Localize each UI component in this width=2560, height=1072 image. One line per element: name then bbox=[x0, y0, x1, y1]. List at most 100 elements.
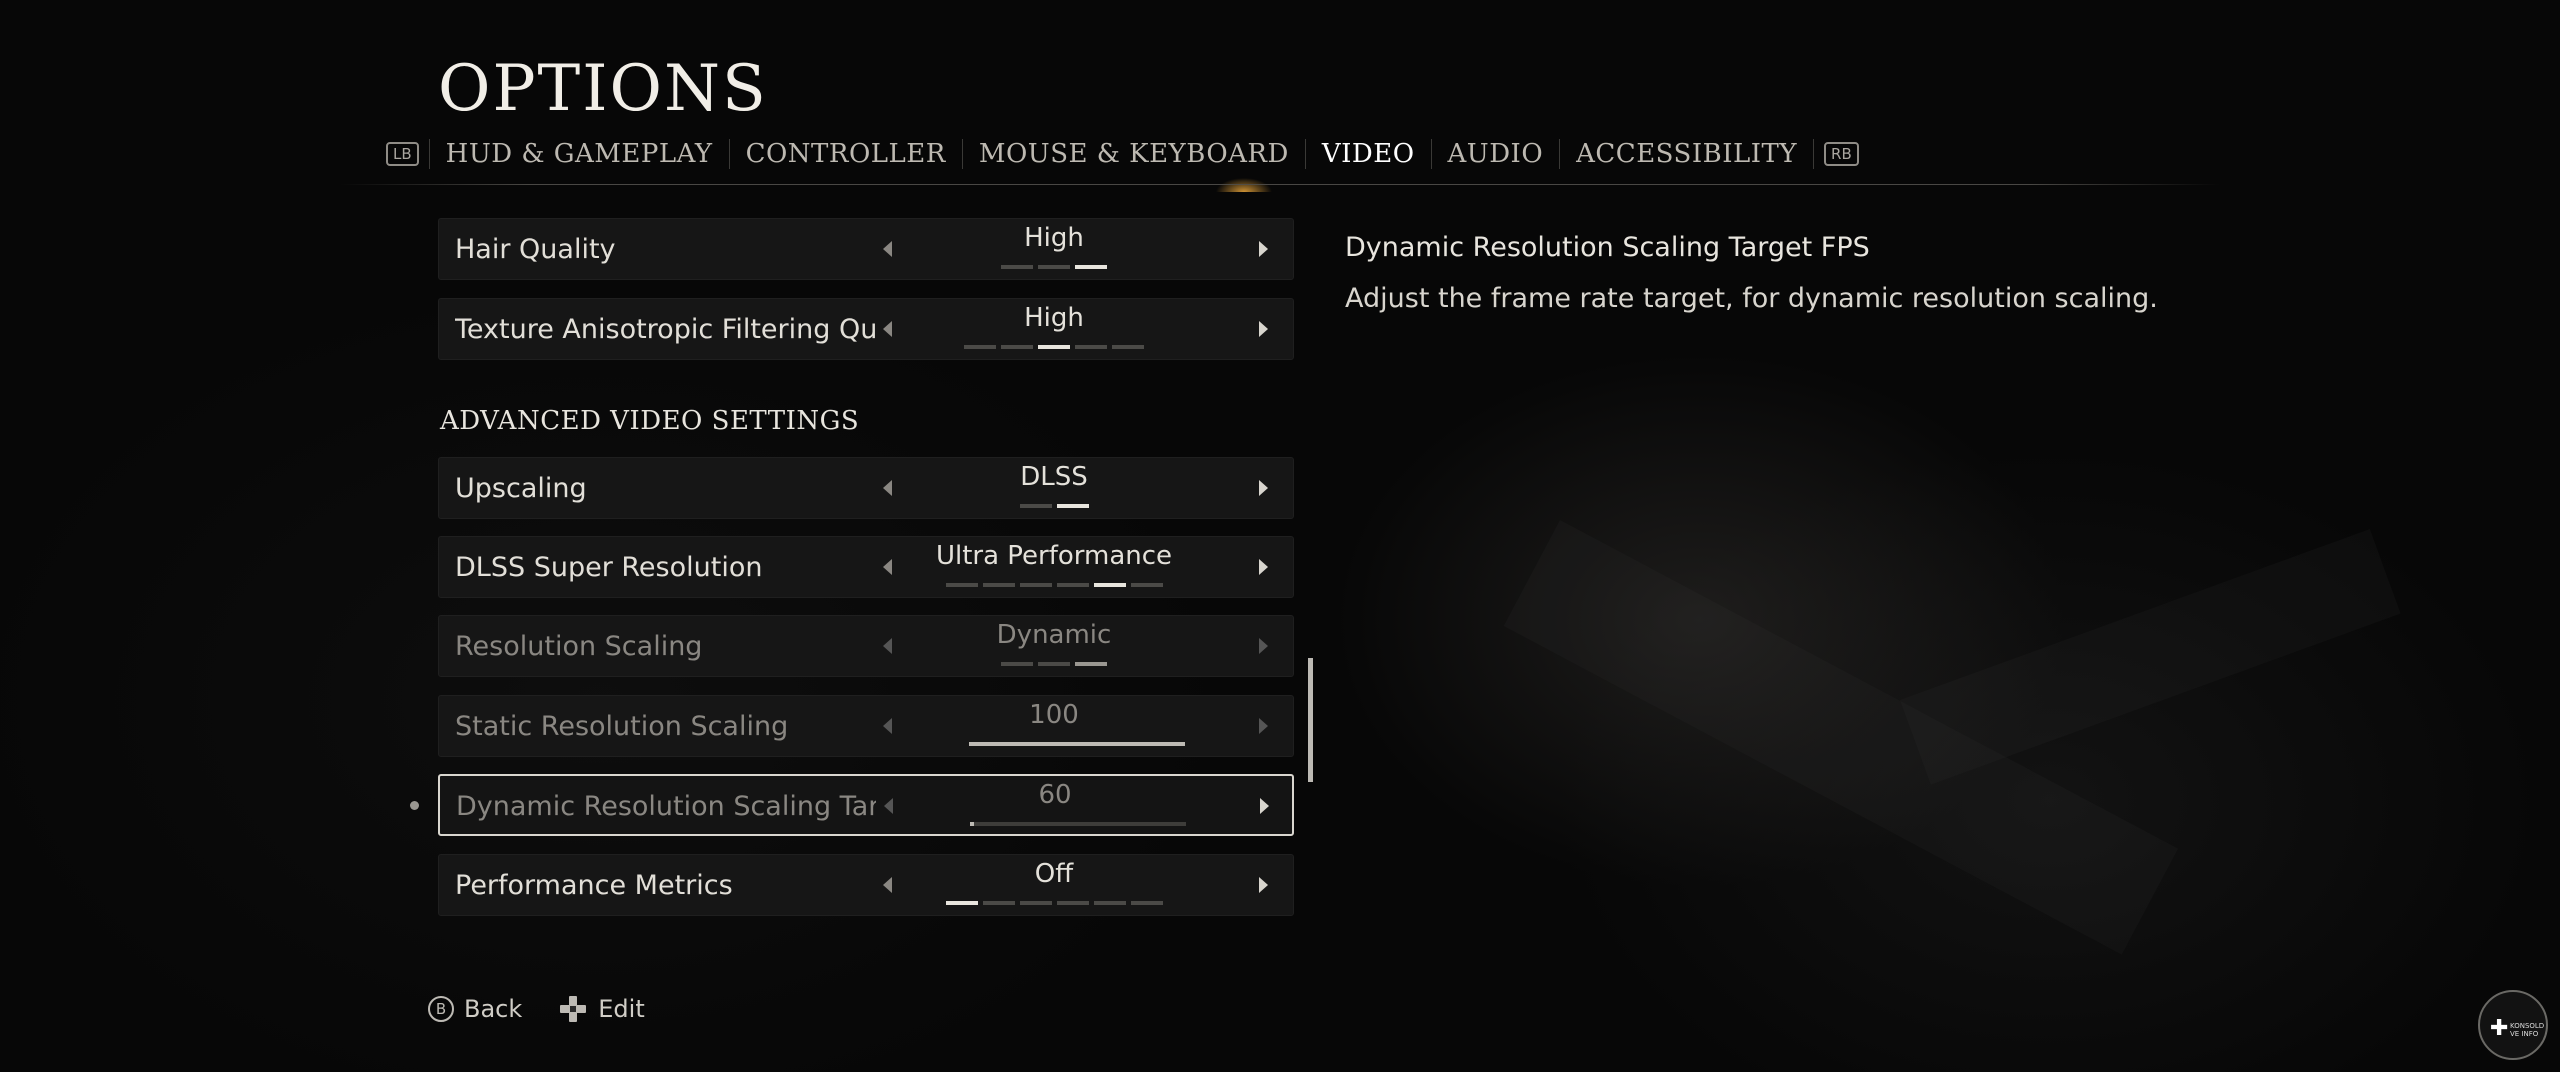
arrow-right-icon[interactable] bbox=[1259, 241, 1268, 257]
setting-value: Dynamic bbox=[996, 620, 1112, 650]
setting-value: Off bbox=[1034, 859, 1074, 889]
setting-value: Ultra Performance bbox=[935, 541, 1173, 571]
arrow-left-icon[interactable] bbox=[883, 559, 892, 575]
setting-value: 60 bbox=[1038, 780, 1072, 810]
section-title: ADVANCED VIDEO SETTINGS bbox=[440, 406, 860, 436]
setting-value: DLSS bbox=[1020, 462, 1088, 492]
scrollbar[interactable] bbox=[1308, 658, 1313, 782]
tab-underline bbox=[340, 184, 2220, 185]
step-pip bbox=[1056, 901, 1089, 905]
step-pip bbox=[1112, 345, 1144, 349]
step-indicator bbox=[919, 662, 1189, 666]
step-pip bbox=[1019, 901, 1052, 905]
step-pip bbox=[1075, 662, 1107, 666]
setting-row-hair-quality[interactable]: Hair Quality High bbox=[438, 218, 1294, 280]
arrow-left-icon[interactable] bbox=[883, 321, 892, 337]
tab-divider bbox=[1813, 139, 1815, 169]
setting-row-static-resolution-scaling[interactable]: Static Resolution Scaling 100 bbox=[438, 695, 1294, 757]
arrow-left-icon[interactable] bbox=[883, 241, 892, 257]
setting-row-resolution-scaling[interactable]: Resolution Scaling Dynamic bbox=[438, 615, 1294, 677]
setting-label: Hair Quality bbox=[455, 234, 616, 265]
arrow-right-icon[interactable] bbox=[1260, 798, 1269, 814]
setting-label: Resolution Scaling bbox=[455, 631, 703, 662]
setting-label: Dynamic Resolution Scaling Targe bbox=[456, 791, 876, 822]
arrow-right-icon[interactable] bbox=[1259, 877, 1268, 893]
step-pip bbox=[1001, 345, 1033, 349]
arrow-left-icon[interactable] bbox=[883, 638, 892, 654]
setting-row-performance-metrics[interactable]: Performance Metrics Off bbox=[438, 854, 1294, 916]
rb-bumper-icon[interactable]: RB bbox=[1824, 142, 1859, 166]
value-slider[interactable] bbox=[970, 822, 1186, 826]
background-light-beam bbox=[1503, 520, 2179, 955]
step-pip bbox=[1038, 345, 1070, 349]
badge-text: KONSOLD VE INFO bbox=[2510, 1022, 2545, 1038]
setting-row-dynamic-resolution-target[interactable]: Dynamic Resolution Scaling Targe 60 bbox=[438, 774, 1294, 836]
step-pip bbox=[1093, 901, 1126, 905]
focus-dot-icon bbox=[410, 801, 419, 810]
tab-audio[interactable]: AUDIO bbox=[1432, 139, 1560, 169]
setting-row-texture-anisotropic[interactable]: Texture Anisotropic Filtering Quali High bbox=[438, 298, 1294, 360]
plus-icon: ✚ bbox=[2490, 1016, 2509, 1041]
arrow-right-icon[interactable] bbox=[1259, 559, 1268, 575]
arrow-left-icon[interactable] bbox=[884, 798, 893, 814]
step-indicator bbox=[919, 901, 1189, 905]
setting-label: Texture Anisotropic Filtering Quali bbox=[455, 314, 875, 345]
tab-hud-gameplay[interactable]: HUD & GAMEPLAY bbox=[430, 139, 729, 169]
step-pip bbox=[945, 901, 978, 905]
setting-value: High bbox=[1024, 223, 1084, 253]
background-light-beam bbox=[1900, 528, 2401, 785]
setting-label: Static Resolution Scaling bbox=[455, 711, 789, 742]
back-hint[interactable]: Back bbox=[464, 995, 522, 1023]
dpad-icon bbox=[558, 994, 588, 1024]
step-indicator bbox=[919, 345, 1189, 349]
button-hints: B Back Edit bbox=[428, 994, 645, 1024]
step-indicator bbox=[919, 583, 1189, 587]
arrow-right-icon[interactable] bbox=[1259, 480, 1268, 496]
tab-controller[interactable]: CONTROLLER bbox=[730, 139, 962, 169]
setting-row-upscaling[interactable]: Upscaling DLSS bbox=[438, 457, 1294, 519]
value-slider[interactable] bbox=[969, 742, 1185, 746]
step-pip bbox=[1130, 901, 1163, 905]
arrow-right-icon[interactable] bbox=[1259, 321, 1268, 337]
setting-label: Upscaling bbox=[455, 473, 587, 504]
step-pip bbox=[982, 901, 1015, 905]
arrow-left-icon[interactable] bbox=[883, 718, 892, 734]
edit-hint[interactable]: Edit bbox=[598, 995, 644, 1023]
lb-bumper-icon[interactable]: LB bbox=[386, 142, 419, 166]
step-pip bbox=[982, 583, 1015, 587]
arrow-right-icon[interactable] bbox=[1259, 718, 1268, 734]
setting-value: 100 bbox=[1029, 700, 1079, 730]
tab-video[interactable]: VIDEO bbox=[1306, 139, 1431, 169]
arrow-left-icon[interactable] bbox=[883, 877, 892, 893]
step-pip bbox=[1019, 504, 1052, 508]
tab-accessibility[interactable]: ACCESSIBILITY bbox=[1560, 139, 1813, 169]
description-text: Adjust the frame rate target, for dynami… bbox=[1345, 283, 2158, 314]
page-title: OPTIONS bbox=[438, 52, 768, 126]
step-pip bbox=[1075, 265, 1107, 269]
step-pip bbox=[1130, 583, 1163, 587]
slider-fill bbox=[970, 822, 975, 826]
step-pip bbox=[1038, 662, 1070, 666]
step-pip bbox=[1019, 583, 1052, 587]
step-pip bbox=[1038, 265, 1070, 269]
step-pip bbox=[1001, 265, 1033, 269]
step-indicator bbox=[919, 504, 1189, 508]
setting-label: Performance Metrics bbox=[455, 870, 733, 901]
watermark-badge: ✚ KONSOLD VE INFO bbox=[2478, 990, 2548, 1060]
b-button-icon: B bbox=[428, 996, 454, 1022]
step-indicator bbox=[919, 265, 1189, 269]
step-pip bbox=[1056, 583, 1089, 587]
active-tab-indicator bbox=[1204, 162, 1284, 192]
step-pip bbox=[945, 583, 978, 587]
tab-bar: LB HUD & GAMEPLAY CONTROLLER MOUSE & KEY… bbox=[376, 132, 1869, 176]
step-pip bbox=[1056, 504, 1089, 508]
setting-row-dlss-super-resolution[interactable]: DLSS Super Resolution Ultra Performance bbox=[438, 536, 1294, 598]
slider-fill bbox=[969, 742, 1185, 746]
arrow-left-icon[interactable] bbox=[883, 480, 892, 496]
description-title: Dynamic Resolution Scaling Target FPS bbox=[1345, 232, 1870, 263]
setting-value: High bbox=[1024, 303, 1084, 333]
step-pip bbox=[1093, 583, 1126, 587]
step-pip bbox=[1075, 345, 1107, 349]
setting-label: DLSS Super Resolution bbox=[455, 552, 763, 583]
arrow-right-icon[interactable] bbox=[1259, 638, 1268, 654]
